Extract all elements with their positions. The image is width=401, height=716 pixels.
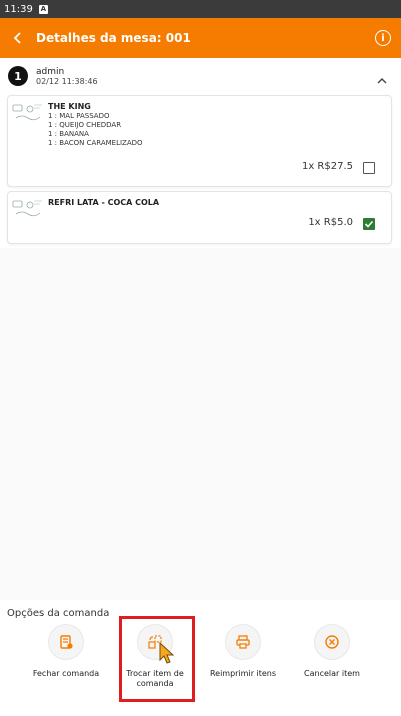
order-panel: 1 admin 02/12 11:38:46 THE KING 1 : MAL … xyxy=(0,58,401,248)
cancel-circle-icon-wrap xyxy=(314,624,350,660)
receipt-icon-wrap xyxy=(48,624,84,660)
collapse-button[interactable] xyxy=(377,70,387,89)
order-number-badge: 1 xyxy=(8,66,28,86)
item-price: 1x R$27.5 xyxy=(301,161,353,172)
options-title: Opções da comanda xyxy=(7,608,110,619)
item-modifiers: 1 : MAL PASSADO 1 : QUEIJO CHEDDAR 1 : B… xyxy=(48,112,143,148)
item-modifier: 1 : QUEIJO CHEDDAR xyxy=(48,121,122,129)
item-name: REFRI LATA - COCA COLA xyxy=(48,198,160,207)
app-toolbar: Detalhes da mesa: 001 i xyxy=(0,18,401,58)
close-order-button[interactable]: Fechar comanda xyxy=(26,624,106,679)
order-header: 1 admin 02/12 11:38:46 xyxy=(8,66,98,86)
chevron-up-icon xyxy=(377,78,387,84)
order-user: admin xyxy=(36,66,65,77)
status-bar: 11:39 A xyxy=(0,0,401,18)
printer-icon xyxy=(236,635,250,649)
order-timestamp: 02/12 11:38:46 xyxy=(36,76,98,86)
item-modifier: 1 : MAL PASSADO xyxy=(48,112,110,120)
cancel-circle-icon xyxy=(325,635,339,649)
cancel-item-button[interactable]: Cancelar item xyxy=(292,624,372,679)
order-options-panel: Opções da comanda Fechar comanda Trocar … xyxy=(0,600,401,716)
item-modifier: 1 : BANANA xyxy=(48,130,89,138)
info-icon: i xyxy=(381,32,385,44)
option-label: Cancelar item xyxy=(304,669,360,678)
receipt-icon xyxy=(60,635,73,649)
reprint-items-button[interactable]: Reimprimir itens xyxy=(203,624,283,679)
back-button[interactable] xyxy=(0,18,36,58)
item-checkbox[interactable] xyxy=(363,162,375,174)
highlight-box xyxy=(119,616,195,702)
item-thumbnail-icon xyxy=(12,104,42,121)
item-modifier: 1 : BACON CARAMELIZADO xyxy=(48,139,143,147)
item-thumbnail-icon xyxy=(12,200,42,217)
notification-icon: A xyxy=(38,4,48,14)
order-item-card[interactable]: THE KING 1 : MAL PASSADO 1 : QUEIJO CHED… xyxy=(7,95,392,187)
option-label: Reimprimir itens xyxy=(209,669,277,678)
info-button[interactable]: i xyxy=(375,30,391,46)
pointer-cursor-icon xyxy=(159,642,175,664)
order-item-card[interactable]: REFRI LATA - COCA COLA 1x R$5.0 xyxy=(7,191,392,244)
item-price: 1x R$5.0 xyxy=(308,217,353,228)
option-label: Fechar comanda xyxy=(32,669,100,678)
printer-icon-wrap xyxy=(225,624,261,660)
page-title: Detalhes da mesa: 001 xyxy=(36,31,191,45)
item-checkbox-checked[interactable] xyxy=(363,218,375,230)
chevron-left-icon xyxy=(13,32,21,44)
checkmark-icon xyxy=(364,220,374,228)
item-name: THE KING xyxy=(48,102,91,111)
status-time: 11:39 xyxy=(4,3,33,15)
